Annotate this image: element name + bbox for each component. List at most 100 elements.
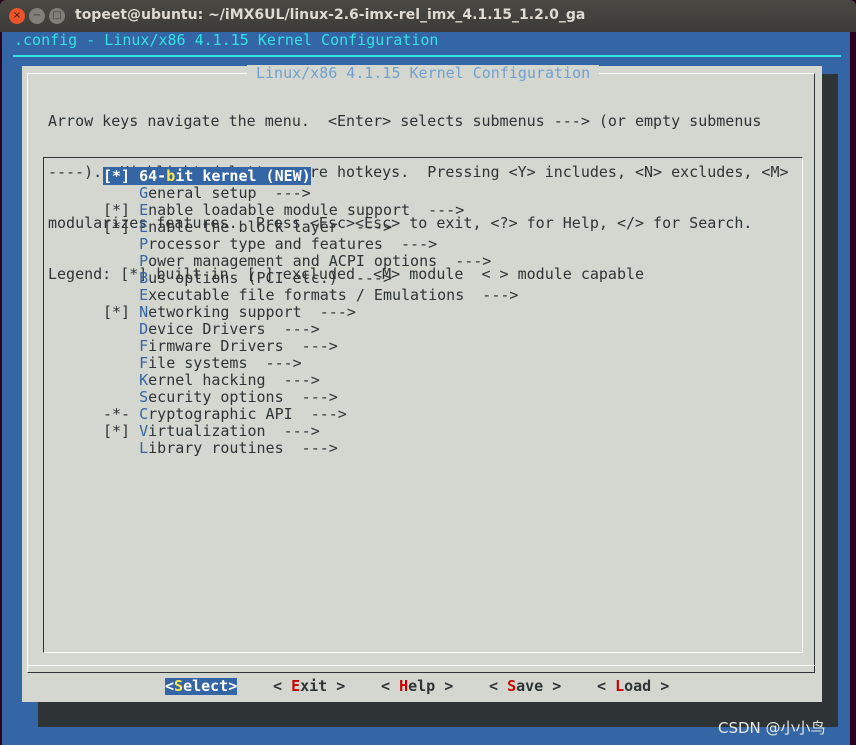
help-button[interactable]: < Help > xyxy=(381,678,453,695)
menu-item[interactable]: Processor type and features ---> xyxy=(103,236,518,253)
menu-item-state xyxy=(103,337,139,355)
menu-item-hotkey: P xyxy=(139,235,149,253)
button-bracket: < xyxy=(597,677,616,695)
menu-item-hotkey: E xyxy=(139,218,149,236)
button-bracket: < xyxy=(489,677,508,695)
button-label: ave > xyxy=(516,677,562,695)
menu-item-hotkey: G xyxy=(139,184,149,202)
menu-item-state xyxy=(103,184,139,202)
menu-item-content: [*] Enable loadable module support ---> xyxy=(103,201,464,219)
menu-item-content: -*- Cryptographic API ---> xyxy=(103,405,347,423)
menu-item-label: nable the block layer ---> xyxy=(148,218,392,236)
menu-item-state xyxy=(103,286,139,304)
menu-list: [*] 64-bit kernel (NEW) General setup --… xyxy=(103,167,518,457)
menu-item[interactable]: -*- Cryptographic API ---> xyxy=(103,406,518,423)
menu-item-hotkey: F xyxy=(139,337,149,355)
menu-item[interactable]: [*] Virtualization ---> xyxy=(103,423,518,440)
menu-item-label: ryptographic API ---> xyxy=(148,405,347,423)
menu-item-content: File systems ---> xyxy=(103,354,302,372)
menu-item-state: [*] xyxy=(103,201,140,219)
menu-item-label: ecurity options ---> xyxy=(148,388,338,406)
close-button[interactable]: × xyxy=(9,8,25,24)
button-hotkey: L xyxy=(615,677,625,695)
terminal[interactable]: .config - Linux/x86 4.1.15 Kernel Config… xyxy=(2,32,850,745)
menu-item-hotkey: E xyxy=(139,286,149,304)
menu-item-hotkey: K xyxy=(139,371,149,389)
menu-item[interactable]: Power management and ACPI options ---> xyxy=(103,253,518,270)
exit-button[interactable]: < Exit > xyxy=(273,678,345,695)
button-hotkey: S xyxy=(174,677,184,695)
menu-item-hotkey: V xyxy=(139,422,149,440)
menu-item-content: Power management and ACPI options ---> xyxy=(103,252,491,270)
button-hotkey: E xyxy=(291,677,301,695)
maximize-button[interactable]: □ xyxy=(49,8,65,24)
menu-item-label: etworking support ---> xyxy=(148,303,356,321)
menu-item-label: ower management and ACPI options ---> xyxy=(148,252,492,270)
menu-item-content: [*] 64-bit kernel (NEW) xyxy=(103,167,311,185)
select-button[interactable]: <Select> xyxy=(165,677,238,695)
menu-item-state xyxy=(103,388,139,406)
menu-item[interactable]: Kernel hacking ---> xyxy=(103,372,518,389)
button-hotkey: S xyxy=(507,677,517,695)
menu-item-content: [*] Virtualization ---> xyxy=(103,422,320,440)
minimize-button[interactable]: − xyxy=(29,8,45,24)
menu-item[interactable]: Device Drivers ---> xyxy=(103,321,518,338)
menu-item-hotkey: b xyxy=(166,167,176,185)
menu-item-content: Kernel hacking ---> xyxy=(103,371,320,389)
menu-item-label: it kernel (NEW) xyxy=(175,167,311,185)
menu-item-content: General setup ---> xyxy=(103,184,311,202)
menu-item-content: Processor type and features ---> xyxy=(103,235,437,253)
load-button[interactable]: < Load > xyxy=(597,678,669,695)
menu-item-state xyxy=(103,269,139,287)
save-button[interactable]: < Save > xyxy=(489,678,561,695)
config-header: .config - Linux/x86 4.1.15 Kernel Config… xyxy=(14,31,439,49)
menu-item[interactable]: File systems ---> xyxy=(103,355,518,372)
menu-item-label: ernel hacking ---> xyxy=(148,371,320,389)
menu-item-content: Bus options (PCI etc.) ---> xyxy=(103,269,392,287)
menu-item-content: Security options ---> xyxy=(103,388,338,406)
menu-item[interactable]: [*] Networking support ---> xyxy=(103,304,518,321)
menu-item-state xyxy=(103,354,139,372)
menu-item-hotkey: D xyxy=(139,320,149,338)
button-label: elp > xyxy=(408,677,454,695)
menu-item-label: us options (PCI etc.) ---> xyxy=(148,269,392,287)
menu-item-label: eneral setup ---> xyxy=(148,184,311,202)
menu-item-state: [*] xyxy=(103,422,140,440)
button-bracket: < xyxy=(381,677,400,695)
menu-item[interactable]: [*] Enable the block layer ---> xyxy=(103,219,518,236)
menu-item-state: -*- xyxy=(103,405,140,423)
button-label: elect> xyxy=(183,677,238,695)
menu-item-label: irmware Drivers ---> xyxy=(148,337,338,355)
menu-item-state xyxy=(103,235,139,253)
menu-item[interactable]: [*] Enable loadable module support ---> xyxy=(103,202,518,219)
menu-item-content: Executable file formats / Emulations ---… xyxy=(103,286,518,304)
menu-item-hotkey: P xyxy=(139,252,149,270)
menu-item-state xyxy=(103,320,139,338)
menu-item-state: [*] xyxy=(103,218,140,236)
help-line: Arrow keys navigate the menu. <Enter> se… xyxy=(48,112,762,130)
menu-item[interactable]: Executable file formats / Emulations ---… xyxy=(103,287,518,304)
menu-item[interactable]: Library routines ---> xyxy=(103,440,518,457)
menu-item-hotkey: L xyxy=(139,439,149,457)
menu-item-label: nable loadable module support ---> xyxy=(148,201,465,219)
menu-item-content: [*] Networking support ---> xyxy=(103,303,356,321)
menu-item[interactable]: Firmware Drivers ---> xyxy=(103,338,518,355)
menu-item-state xyxy=(103,439,139,457)
menu-item-content: Device Drivers ---> xyxy=(103,320,320,338)
menu-item[interactable]: [*] 64-bit kernel (NEW) xyxy=(103,167,518,185)
window-title: topeet@ubuntu: ~/iMX6UL/linux-2.6-imx-re… xyxy=(75,7,586,23)
menu-item-content: Library routines ---> xyxy=(103,439,338,457)
menu-item-state: [*] xyxy=(103,303,140,321)
window-titlebar: × − □ topeet@ubuntu: ~/iMX6UL/linux-2.6-… xyxy=(0,0,856,32)
config-dialog: Linux/x86 4.1.15 Kernel Configuration Ar… xyxy=(22,65,822,702)
menu-item-label: 64- xyxy=(139,167,167,185)
menu-item[interactable]: General setup ---> xyxy=(103,185,518,202)
menu-item-hotkey: F xyxy=(139,354,149,372)
menu-item[interactable]: Security options ---> xyxy=(103,389,518,406)
menu-item-hotkey: S xyxy=(139,388,149,406)
menu-item[interactable]: Bus options (PCI etc.) ---> xyxy=(103,270,518,287)
menu-item-label: ibrary routines ---> xyxy=(148,439,338,457)
menu-item-hotkey: N xyxy=(139,303,149,321)
menu-item-label: irtualization ---> xyxy=(148,422,320,440)
watermark: CSDN @小小鸟 xyxy=(718,719,826,737)
